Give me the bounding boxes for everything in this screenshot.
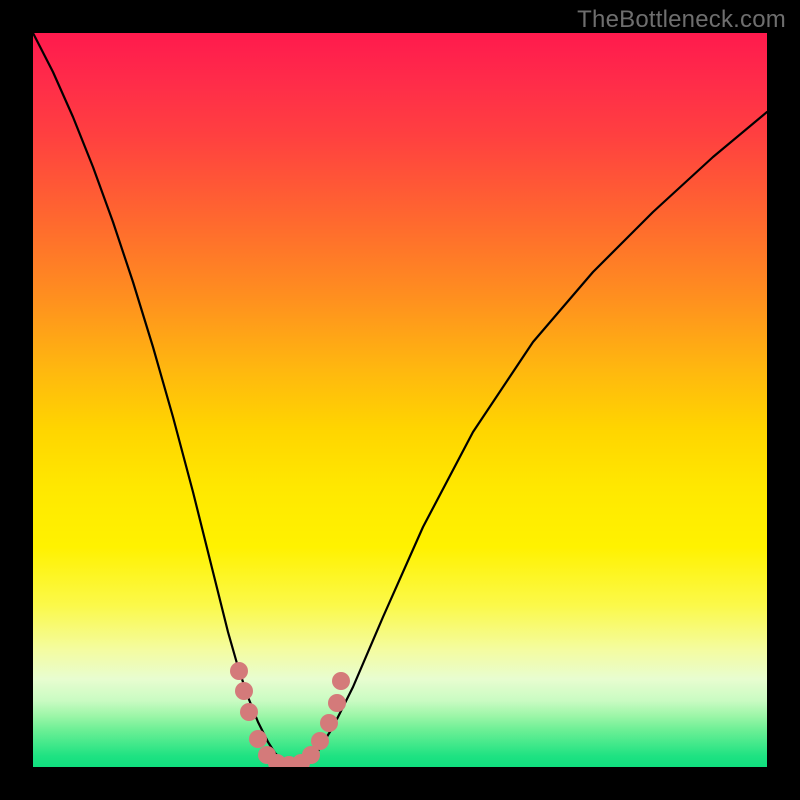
marker-dot [332, 672, 350, 690]
marker-dot [320, 714, 338, 732]
marker-dot [311, 732, 329, 750]
chart-frame: TheBottleneck.com [0, 0, 800, 800]
curve-layer [33, 33, 767, 767]
marker-dot [240, 703, 258, 721]
marker-dot [235, 682, 253, 700]
optimal-zone-markers [230, 662, 350, 767]
marker-dot [249, 730, 267, 748]
plot-area [33, 33, 767, 767]
marker-dot [328, 694, 346, 712]
marker-dot [230, 662, 248, 680]
watermark-text: TheBottleneck.com [577, 6, 786, 34]
bottleneck-curve [33, 33, 767, 765]
